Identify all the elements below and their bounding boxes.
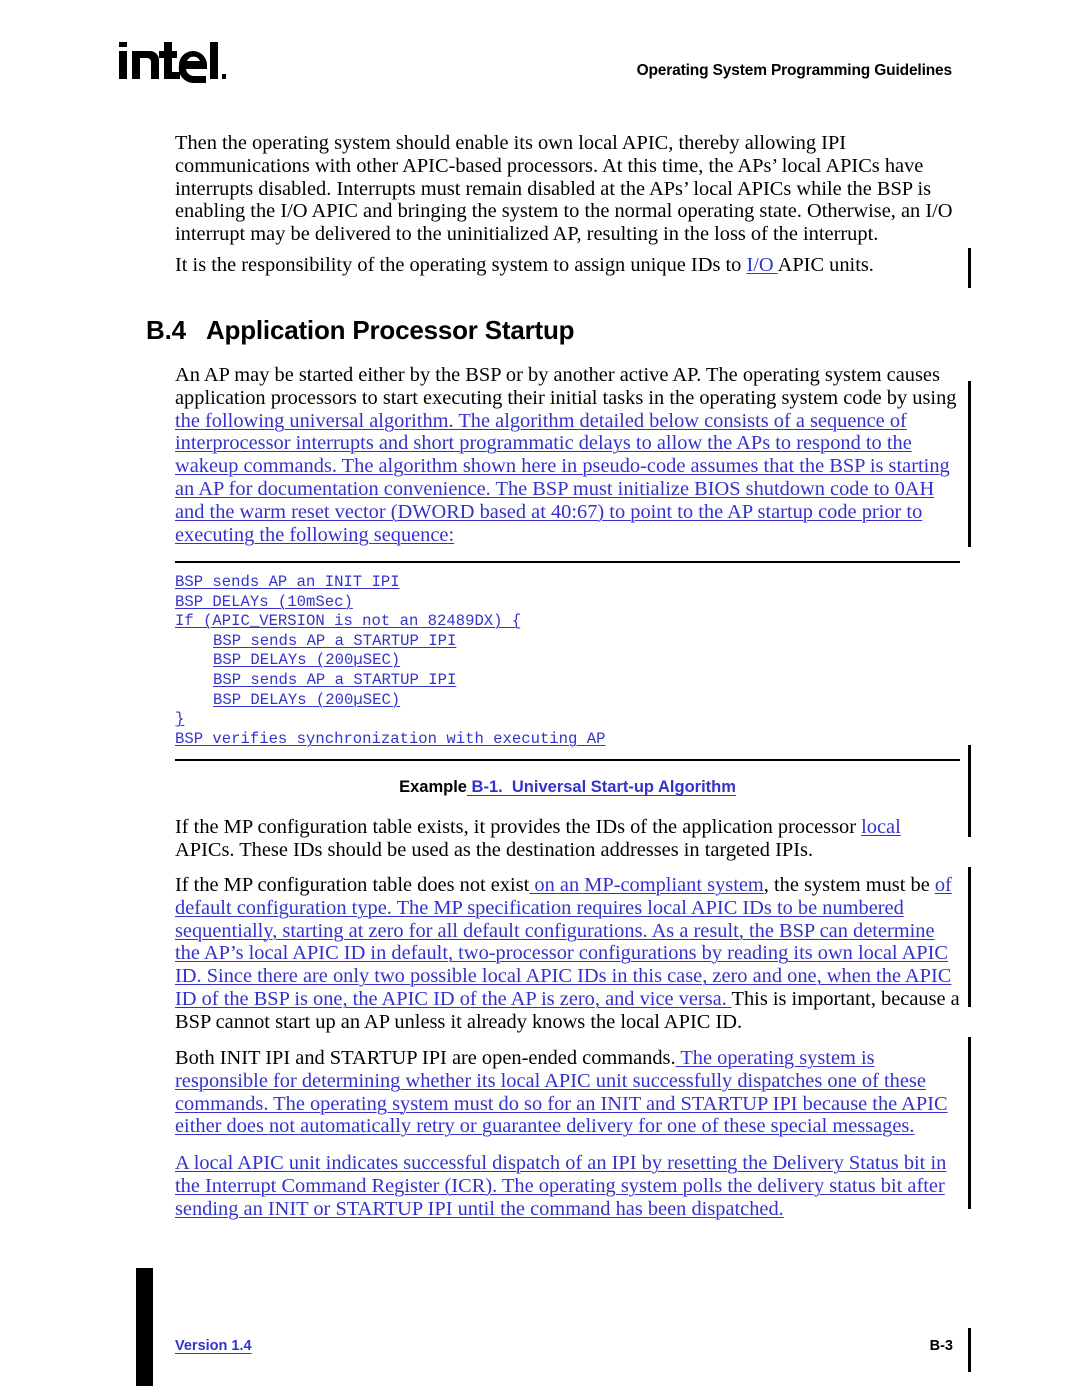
revision-text-delivery-status: A local APIC unit indicates successful d…: [175, 1152, 947, 1220]
header-title: Operating System Programming Guidelines: [636, 62, 953, 79]
mp-missing-text-b: , the system must be: [763, 874, 935, 896]
example-caption: Example B-1. Universal Start-up Algorith…: [175, 778, 960, 797]
code-line: BSP sends AP a STARTUP IPI: [213, 670, 457, 689]
change-bar-1: [968, 248, 971, 288]
code-line: BSP sends AP a STARTUP IPI: [213, 631, 457, 650]
example-caption-label: Example: [399, 778, 467, 796]
code-line: BSP DELAYs (200µSEC): [213, 690, 401, 709]
paragraph-ap-startup-intro: An AP may be started either by the BSP o…: [175, 364, 960, 546]
revision-text-mp-compliant: on an MP-compliant system: [529, 874, 764, 896]
code-line: BSP DELAYs (200µSEC): [213, 651, 401, 670]
page-header: Operating System Programming Guidelines: [0, 0, 1080, 110]
code-example-block: BSP sends AP an INIT IPI BSP DELAYs (10m…: [175, 561, 960, 762]
code-line: }: [175, 710, 185, 729]
code-line: BSP verifies synchronization with execut…: [175, 729, 606, 748]
para-text-b: APIC units.: [777, 254, 874, 276]
revision-text-local: local: [861, 816, 901, 838]
mp-exists-text-a: If the MP configuration table exists, it…: [175, 816, 862, 838]
paragraph-open-ended-commands: Both INIT IPI and STARTUP IPI are open-e…: [175, 1047, 960, 1138]
code-line: If (APIC_VERSION is not an 82489DX) {: [175, 612, 522, 631]
page-footer: Version 1.4 B-3: [0, 1338, 1080, 1368]
revision-text-io: I/O: [746, 254, 778, 276]
paragraph-mp-table-exists: If the MP configuration table exists, it…: [175, 816, 960, 862]
para-text-a: It is the responsibility of the operatin…: [175, 254, 747, 276]
intro-revision-text: the following universal algorithm. The a…: [175, 409, 950, 546]
code-line: BSP DELAYs (10mSec): [175, 592, 353, 611]
footer-page-number: B-3: [929, 1338, 953, 1354]
change-bar-2: [968, 381, 971, 547]
paragraph-assign-unique-ids: It is the responsibility of the operatin…: [175, 254, 960, 277]
ipi-black-text: Both INIT IPI and STARTUP IPI are open-e…: [175, 1047, 676, 1069]
change-bar-5: [968, 1037, 971, 1209]
revision-margin-bar: [136, 1268, 153, 1386]
code-line: BSP sends AP an INIT IPI: [175, 573, 400, 591]
change-bar-3: [968, 745, 971, 837]
mp-missing-text-a: If the MP configuration table does not e…: [175, 874, 530, 896]
paragraph-mp-table-missing: If the MP configuration table does not e…: [175, 874, 960, 1034]
page-title: B.4 Application Processor Startup: [146, 315, 575, 345]
example-caption-number: B-1. Universal Start-up Algorithm: [466, 778, 736, 796]
change-bar-4: [968, 867, 971, 1007]
mp-exists-text-b: APICs. These IDs should be used as the d…: [175, 838, 814, 861]
intro-black-text: An AP may be started either by the BSP o…: [175, 364, 957, 409]
paragraph-delivery-status: A local APIC unit indicates successful d…: [175, 1152, 960, 1220]
paragraph-enable-local-apic: Then the operating system should enable …: [175, 132, 953, 246]
